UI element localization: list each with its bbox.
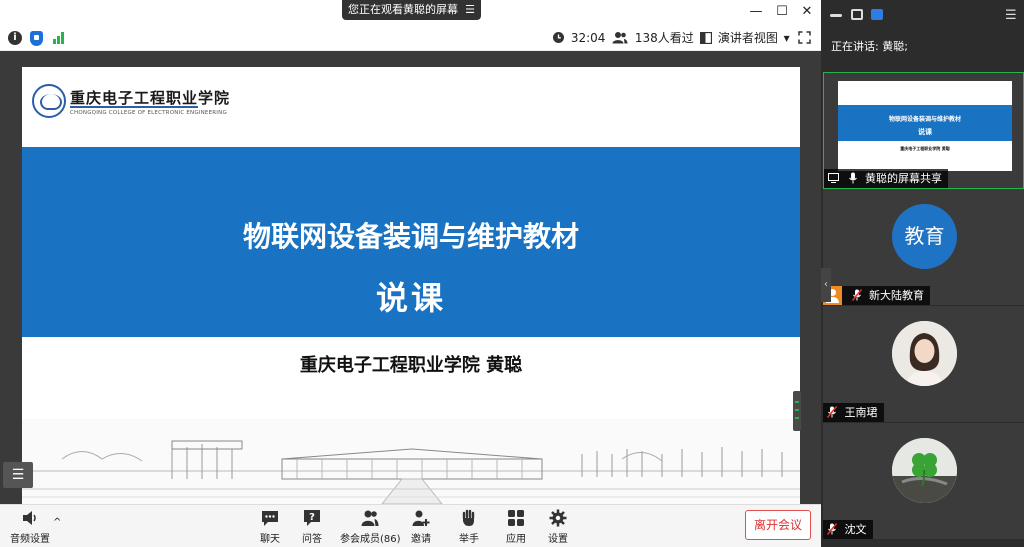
logo-underline (70, 106, 198, 108)
qa-label: 问答 (302, 534, 322, 545)
college-name-english: CHONGQING COLLEGE OF ELECTRONIC ENGINEER… (70, 110, 227, 116)
chevron-down-icon: ▾ (783, 31, 790, 45)
menu-icon[interactable]: ☰ (465, 0, 475, 20)
participants-icon (361, 510, 379, 526)
gallery-layout-icon[interactable] (871, 9, 883, 20)
participant-tile[interactable]: 教育 新大陆教育 (823, 189, 1024, 305)
invite-button[interactable]: 邀请 (411, 509, 431, 545)
share-banner-text: 您正在观看黄聪的屏幕 (348, 3, 458, 16)
scrollbar-handle[interactable] (793, 391, 801, 431)
mic-muted-icon (827, 523, 837, 535)
bottom-toolbar: 音频设置 ^ 聊天 ? 问答 参会成员(86) 邀请 举手 应用 设置 离开会议 (0, 504, 821, 547)
participant-tile[interactable]: 沈文 (823, 423, 1024, 539)
settings-button[interactable]: 设置 (548, 509, 568, 545)
meeting-app: 您正在观看黄聪的屏幕 ☰ — ☐ ✕ i 32:04 138人看过 演讲者视图 … (0, 0, 1024, 547)
slide-thumbnail: 物联网设备装调与维护教材 说课 重庆电子工程职业学院 黄聪 (838, 81, 1012, 171)
audio-settings-label: 音频设置 (10, 534, 50, 545)
participant-name-tag: 王南珺 (823, 403, 884, 422)
chat-label: 聊天 (260, 534, 280, 545)
participant-name-tag: 沈文 (823, 520, 873, 539)
minimize-panel-icon[interactable] (830, 14, 842, 17)
invite-label: 邀请 (411, 534, 431, 545)
apps-label: 应用 (506, 534, 526, 545)
slide-title: 物联网设备装调与维护教材 (242, 220, 579, 253)
view-mode-label: 演讲者视图 (717, 31, 778, 45)
people-icon (612, 32, 628, 44)
meeting-timer: 32:04 (552, 30, 605, 46)
user-photo (892, 321, 957, 386)
close-button[interactable]: ✕ (797, 3, 817, 21)
settings-label: 设置 (548, 534, 568, 545)
participant-name: 沈文 (844, 523, 867, 536)
mic-muted-icon (827, 406, 837, 418)
participants-panel: ☰ 正在讲话: 黄聪; 物联网设备装调与维护教材 说课 重庆电子工程职业学院 黄… (821, 0, 1024, 547)
participant-name: 王南珺 (844, 406, 878, 419)
meeting-info-bar: i 32:04 138人看过 演讲者视图 ▾ (0, 25, 821, 51)
invite-icon (412, 510, 430, 526)
collapse-panel-button[interactable]: ‹ (821, 268, 831, 302)
svg-text:?: ? (309, 512, 315, 523)
screen-share-icon (828, 173, 839, 183)
screen-share-banner[interactable]: 您正在观看黄聪的屏幕 ☰ (342, 0, 481, 20)
avatar (892, 438, 957, 503)
main-view: 您正在观看黄聪的屏幕 ☰ — ☐ ✕ i 32:04 138人看过 演讲者视图 … (0, 0, 821, 547)
minimize-button[interactable]: — (746, 3, 766, 21)
mic-icon (848, 172, 857, 184)
clover-photo (892, 438, 957, 503)
avatar: 教育 (892, 204, 957, 269)
participants-label: 参会成员(86) (340, 534, 401, 545)
hand-icon (462, 509, 475, 526)
chat-button[interactable]: 聊天 (260, 509, 280, 545)
settings-icon (549, 509, 567, 527)
thumbnail-presenter: 重庆电子工程职业学院 黄聪 (900, 146, 950, 151)
qa-button[interactable]: ? 问答 (302, 509, 322, 545)
apps-icon (508, 510, 524, 526)
mic-muted-icon (851, 289, 862, 301)
participant-name-tag: 黄聪的屏幕共享 (824, 169, 948, 188)
raise-hand-label: 举手 (459, 534, 479, 545)
qa-icon: ? (304, 510, 320, 526)
shield-icon[interactable] (30, 31, 43, 46)
view-mode-dropdown[interactable]: 演讲者视图 ▾ (699, 30, 790, 46)
maximize-button[interactable]: ☐ (772, 3, 792, 21)
avatar (892, 321, 957, 386)
presentation-slide: 重庆电子工程职业学院 CHONGQING COLLEGE OF ELECTRON… (22, 67, 800, 504)
participant-name: 新大陆教育 (869, 289, 924, 302)
thumbnail-title: 物联网设备装调与维护教材 (888, 116, 961, 123)
active-speaker-label: 正在讲话: 黄聪; (831, 40, 908, 53)
viewer-count[interactable]: 138人看过 (612, 30, 694, 46)
presenter-view-icon (699, 31, 713, 45)
slide-header: 重庆电子工程职业学院 CHONGQING COLLEGE OF ELECTRON… (22, 67, 800, 147)
info-icon[interactable]: i (8, 31, 22, 45)
participant-name-tag: 新大陆教育 (823, 286, 930, 305)
clock-icon (553, 32, 564, 43)
chevron-up-icon[interactable]: ^ (53, 517, 61, 528)
college-name: 重庆电子工程职业学院 (70, 89, 231, 107)
timer-text: 32:04 (570, 31, 606, 45)
shared-screen: 重庆电子工程职业学院 CHONGQING COLLEGE OF ELECTRON… (0, 51, 821, 504)
panel-toolbar: ☰ (821, 0, 1024, 30)
campus-sketch-image (22, 419, 800, 504)
college-logo (32, 84, 66, 118)
panel-menu-icon[interactable]: ☰ (1005, 8, 1017, 23)
raise-hand-button[interactable]: 举手 (459, 509, 479, 545)
viewer-count-text: 138人看过 (634, 31, 694, 45)
title-bar: 您正在观看黄聪的屏幕 ☰ — ☐ ✕ (0, 0, 821, 24)
window-layout-icon[interactable] (851, 9, 863, 20)
signal-icon[interactable] (53, 32, 65, 44)
leave-meeting-button[interactable]: 离开会议 (745, 510, 811, 540)
fullscreen-icon[interactable] (798, 31, 811, 44)
chat-icon (262, 511, 278, 526)
screen-share-tile[interactable]: 物联网设备装调与维护教材 说课 重庆电子工程职业学院 黄聪 黄聪的屏幕共享 (823, 72, 1024, 189)
slide-presenter: 重庆电子工程职业学院 黄聪 (299, 355, 523, 376)
slide-subtitle: 说课 (375, 279, 446, 317)
participant-name: 黄聪的屏幕共享 (865, 172, 942, 185)
audio-icon (23, 511, 36, 525)
sidebar-toggle-button[interactable]: ☰ (3, 462, 33, 488)
apps-button[interactable]: 应用 (506, 509, 526, 545)
participant-tile[interactable]: 王南珺 (823, 306, 1024, 422)
participants-button[interactable]: 参会成员(86) (340, 509, 401, 545)
audio-settings-button[interactable]: 音频设置 (10, 509, 50, 545)
thumbnail-subtitle: 说课 (918, 128, 932, 136)
